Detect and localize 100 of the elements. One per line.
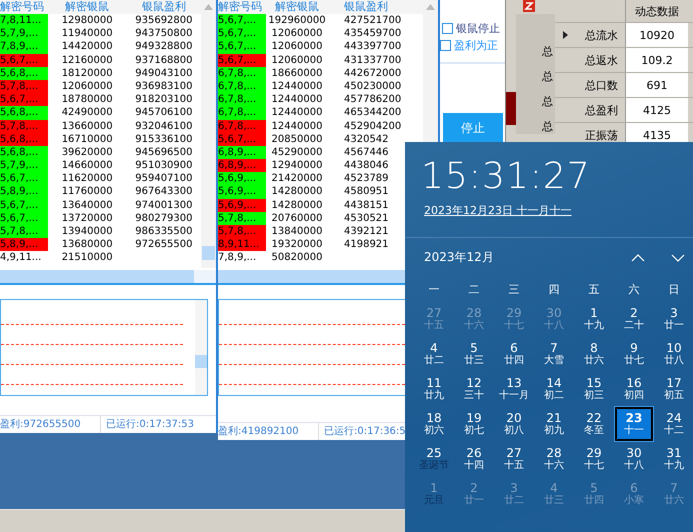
table-cell-text: 932046100	[134, 120, 194, 133]
scrollbar-thumb[interactable]	[202, 246, 215, 260]
vertical-scrollbar[interactable]	[201, 0, 216, 268]
table-cell-text: 13840000	[270, 225, 324, 238]
table-cell-text: 18780000	[60, 93, 114, 106]
calendar-day[interactable]: 8 廿六	[575, 337, 613, 371]
calendar-day[interactable]: 4 廿二	[415, 337, 453, 371]
table-cell-text: 972655500	[134, 238, 194, 252]
table-cell: 4125	[625, 98, 688, 122]
table-cell-text: 4320542	[343, 132, 390, 146]
table-cell-text: 18120000	[60, 66, 114, 80]
calendar-day[interactable]: 5 廿三	[455, 337, 493, 371]
calendar-day[interactable]: 18 初六	[415, 407, 453, 441]
row-header: 总盈利	[585, 102, 618, 118]
calendar-day[interactable]: 9 廿七	[615, 337, 653, 371]
vertical-scrollbar[interactable]	[423, 0, 438, 142]
table-cell: 5,6,7,...	[0, 198, 48, 212]
table-cell-text: 918203100	[134, 93, 194, 106]
table-cell-text: 4438151	[343, 198, 390, 212]
calendar-day[interactable]: 7 大雪	[535, 337, 573, 371]
calendar-day[interactable]: 10 廿八	[655, 337, 693, 371]
table-cell-text: 50820000	[270, 251, 324, 265]
calendar-day[interactable]: 15 初三	[575, 372, 613, 406]
table-cell-text: 443397700	[343, 40, 402, 54]
table-cell-text: 937168800	[134, 54, 194, 67]
table-cell-text: 12940000	[270, 159, 324, 172]
weekday-label: 五	[588, 282, 600, 298]
calendar-day[interactable]: 17 初五	[655, 372, 693, 406]
calendar-day[interactable]: 23 十一	[615, 407, 653, 441]
table-cell-text: 13940000	[60, 225, 114, 238]
table-cell-text: 14280000	[270, 185, 324, 199]
table-cell: 6,7,8,...	[218, 66, 266, 80]
row-header: 正振荡	[585, 128, 618, 142]
next-month-icon[interactable]	[671, 254, 685, 262]
table-cell: 6,7,8,...	[218, 93, 266, 106]
calendar-day[interactable]: 19 初七	[455, 407, 493, 441]
table-cell-text: 12440000	[270, 80, 324, 94]
calendar-day[interactable]: 16 初四	[615, 372, 653, 406]
table-cell-text: 42490000	[60, 106, 114, 120]
checkbox[interactable]	[442, 23, 453, 34]
app-icon	[523, 0, 535, 12]
calendar-day[interactable]: 2 二十	[615, 302, 653, 336]
table-cell-text: 431337700	[343, 54, 402, 67]
calendar-day[interactable]: 12 三十	[455, 372, 493, 406]
table-cell-text: 980279300	[134, 212, 194, 225]
table-cell-text: 192960000	[267, 14, 327, 28]
table-cell-text: 949043100	[134, 66, 194, 80]
table-cell: 5,6,9,...	[218, 185, 266, 199]
calendar-day[interactable]: 1 十九	[575, 302, 613, 336]
table-cell-text: 4392121	[343, 225, 390, 238]
weekday-label: 三	[508, 282, 520, 298]
table-cell: 5,7,9,...	[0, 159, 48, 172]
calendar-day[interactable]: 28 十六	[535, 442, 573, 476]
weekday-label: 二	[468, 282, 480, 298]
calendar-day[interactable]: 20 初八	[495, 407, 533, 441]
scroll-up-icon[interactable]	[204, 4, 213, 10]
table-cell-text: 450230000	[343, 80, 402, 94]
calendar-day[interactable]: 22 冬至	[575, 407, 613, 441]
table-cell: 5,7,8,...	[218, 225, 266, 238]
table-cell: 5,6,8,...	[0, 132, 48, 146]
calendar-day[interactable]: 14 初二	[535, 372, 573, 406]
table-cell-text: 435459700	[343, 27, 402, 40]
calendar-day[interactable]: 30 十八	[615, 442, 653, 476]
calendar-day[interactable]: 21 初九	[535, 407, 573, 441]
horizontal-scrollbar[interactable]	[0, 270, 216, 285]
calendar-day[interactable]: 13 十一月	[495, 372, 533, 406]
calendar-day[interactable]: 27 十五	[495, 442, 533, 476]
calendar-day[interactable]: 11 廿九	[415, 372, 453, 406]
table-cell-text: 442672000	[343, 66, 402, 80]
calendar-day[interactable]: 3 廿一	[655, 302, 693, 336]
calendar-day[interactable]: 6 廿四	[495, 337, 533, 371]
table-cell-text: 11940000	[60, 27, 114, 40]
table-cell-text: 12060000	[270, 54, 324, 67]
date-link[interactable]: 2023年12月23日 十一月十一	[424, 203, 572, 218]
checkbox-label[interactable]: 银鼠停止	[456, 21, 500, 36]
checkbox[interactable]	[440, 40, 451, 51]
table-cell-text: 951030900	[134, 159, 194, 172]
previous-month-icon[interactable]	[631, 254, 645, 262]
scroll-up-icon[interactable]	[426, 4, 435, 10]
calendar-day[interactable]: 26 十四	[455, 442, 493, 476]
table-cell-text: 14420000	[60, 40, 114, 54]
calendar-day[interactable]: 29 十七	[575, 442, 613, 476]
table-cell: 109.2	[625, 48, 688, 72]
column-header: 银鼠盈利	[140, 0, 187, 14]
row-header: 总口数	[585, 78, 618, 92]
table-cell: 6,7,8,...	[218, 106, 266, 120]
table-cell-text: 986335500	[134, 225, 194, 238]
row-label: 总	[542, 69, 554, 84]
table-cell: 7,8,11...	[0, 14, 48, 28]
table-cell-text: 427521700	[343, 14, 402, 28]
row-label: 总	[542, 44, 554, 59]
calendar-day[interactable]: 24 十二	[655, 407, 693, 441]
row-label: 总	[542, 94, 554, 109]
table-cell: 691	[625, 73, 688, 97]
table-cell: 5,8,9,...	[0, 238, 48, 252]
calendar-day[interactable]: 31 十九	[655, 442, 693, 476]
column-header: 动态数据	[625, 0, 688, 22]
table-cell-text: 4523789	[343, 172, 390, 186]
table-cell-text: 14280000	[270, 198, 324, 212]
column-header: 解密号码	[0, 0, 45, 14]
